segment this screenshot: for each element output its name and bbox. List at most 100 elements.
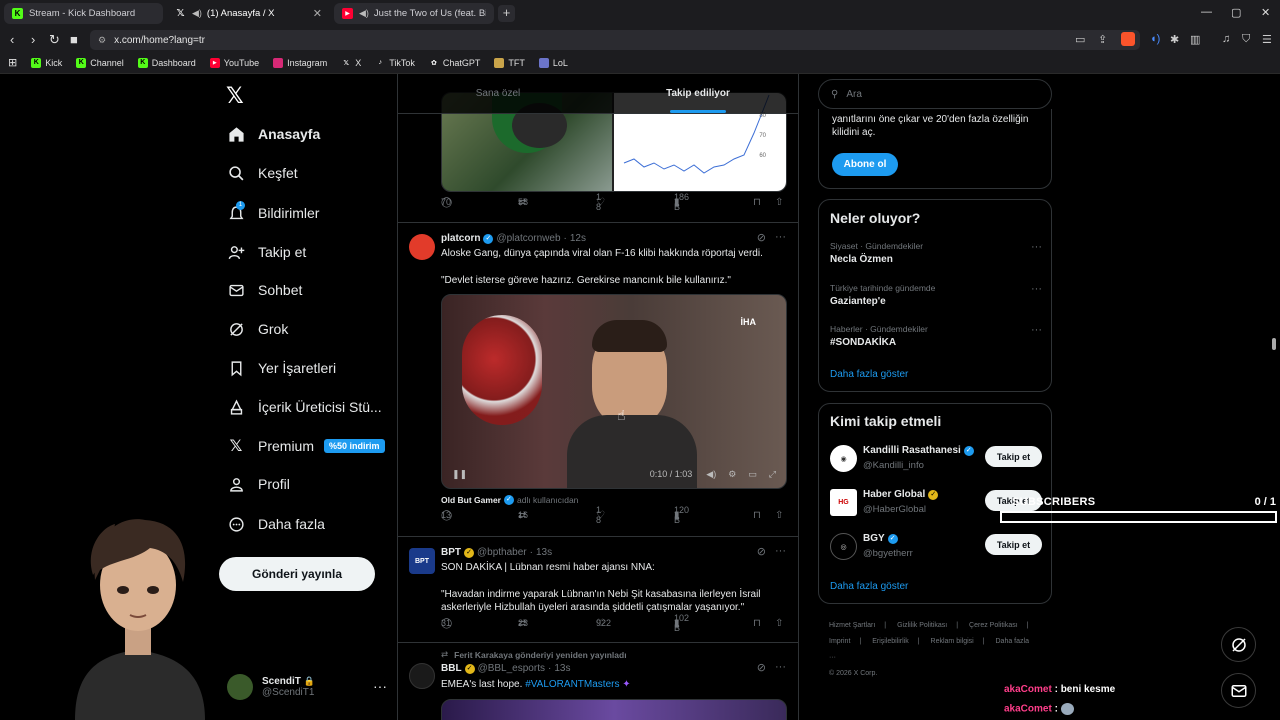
nav-creator-studio[interactable]: İçerik Üreticisi Stü...	[227, 394, 382, 420]
tweet-post[interactable]: BPT BPT ✓ @bpthaber · 13s ⊘ ··· SON DAKİ…	[398, 537, 798, 643]
follow-button[interactable]: Takip et	[985, 534, 1042, 555]
sidebar-icon[interactable]: ▥	[1190, 33, 1200, 46]
cast-icon[interactable]: ▭	[1075, 33, 1085, 46]
grok-icon[interactable]: ⊘	[757, 661, 766, 674]
nav-explore[interactable]: Keşfet	[227, 160, 298, 186]
avatar[interactable]: BPT	[409, 548, 435, 574]
bookmark-chatgpt[interactable]: ✿ ChatGPT	[429, 58, 480, 68]
bookmark-kick[interactable]: K Kick	[31, 57, 62, 68]
audio-icon[interactable]: ◖)	[1150, 33, 1160, 45]
tweet-post[interactable]: ⇄ Ferit Karakaya gönderiyi yeniden yayın…	[398, 643, 798, 720]
extensions-icon[interactable]: ✱	[1170, 33, 1179, 46]
maximize-icon[interactable]: ▢	[1231, 6, 1241, 19]
tab-for-you[interactable]: Sana özel	[398, 74, 598, 113]
bookmark-instagram[interactable]: Instagram	[273, 57, 327, 68]
trend-item[interactable]: Haberler · Gündemdekiler #SONDAKİKA ···	[830, 324, 1042, 348]
kick-icon: K	[31, 57, 42, 68]
tweet-video[interactable]: İHA ☝ ❚❚ 0:10 / 1:03 ◀) ⚙ ▭ ⤢	[441, 294, 787, 489]
grok-float-button[interactable]	[1221, 627, 1256, 662]
nav-messages[interactable]: Sohbet	[227, 277, 302, 303]
back-icon[interactable]: ‹	[10, 32, 14, 47]
avatar[interactable]	[409, 234, 435, 260]
more-dots-icon[interactable]: ···	[775, 545, 786, 557]
bookmark-channel[interactable]: K Channel	[76, 57, 124, 68]
footer-link[interactable]: Gizlilik Politikası	[897, 622, 947, 629]
show-more-link[interactable]: Daha fazla göster	[830, 369, 908, 380]
window-close-icon[interactable]: ✕	[1261, 6, 1270, 19]
vpn-shield-icon[interactable]: ⛉	[1242, 33, 1250, 46]
minimize-icon[interactable]: —	[1201, 6, 1212, 18]
music-icon[interactable]: ♫	[1222, 33, 1230, 45]
footer-link[interactable]: Erişilebilirlik	[872, 638, 909, 645]
footer-link[interactable]: Çerez Politikası	[969, 622, 1018, 629]
pause-icon[interactable]: ❚❚	[452, 469, 467, 480]
video-credit[interactable]: Old But Gamer ✓ adlı kullanıcıdan	[441, 495, 578, 505]
bookmark-lol[interactable]: LoL	[538, 57, 568, 68]
more-dots-icon[interactable]: ···	[1031, 283, 1042, 295]
captions-icon[interactable]: ▭	[748, 469, 757, 480]
share-icon[interactable]: ⇪	[1098, 33, 1107, 46]
brave-shield-icon[interactable]	[1121, 32, 1135, 46]
settings-icon[interactable]: ⚙	[728, 469, 736, 480]
follow-suggestion[interactable]: ◉ Kandilli Rasathanesi ✓ @Kandilli_info T…	[830, 443, 1042, 473]
footer-link[interactable]: Hizmet Şartları	[829, 622, 875, 629]
account-switcher[interactable]: ScendiT 🔒 @ScendiT1 ···	[227, 672, 387, 702]
tweet-media[interactable]	[441, 699, 787, 720]
grok-icon[interactable]: ⊘	[757, 231, 766, 244]
nav-premium[interactable]: 𝕏 Premium %50 indirim	[227, 433, 385, 459]
footer-link[interactable]: Imprint	[829, 638, 850, 645]
tweet-post[interactable]: platcorn ✓ @platcornweb · 12s ⊘ ··· Alos…	[398, 223, 798, 537]
tweet-header: BBL ✓ @BBL_esports · 13s	[441, 663, 571, 674]
forward-icon[interactable]: ›	[31, 32, 35, 47]
bookmark-dashboard[interactable]: K Dashboard	[137, 57, 196, 68]
repost-icon: ⇄	[441, 649, 449, 659]
trend-item[interactable]: Siyaset · Gündemdekiler Necla Özmen ···	[830, 241, 1042, 265]
search-input[interactable]: ⚲ Ara	[818, 79, 1052, 109]
post-button[interactable]: Gönderi yayınla	[219, 557, 375, 591]
trend-item[interactable]: Türkiye tarihinde gündemde Gaziantep'e ·…	[830, 283, 1042, 307]
subscribe-button[interactable]: Abone ol	[832, 153, 898, 176]
nav-profile[interactable]: Profil	[227, 471, 290, 497]
nav-follow[interactable]: Takip et	[227, 239, 306, 265]
nav-grok[interactable]: Grok	[227, 316, 288, 342]
avatar[interactable]	[409, 663, 435, 689]
nav-notifications[interactable]: 1 Bildirimler	[227, 200, 319, 226]
browser-tab-x[interactable]: 𝕏 ◀) (1) Anasayfa / X ✕	[167, 3, 330, 24]
more-dots-icon[interactable]: ···	[775, 661, 786, 673]
volume-icon[interactable]: ◀)	[706, 469, 716, 480]
tab-following[interactable]: Takip ediliyor	[598, 74, 798, 113]
browser-tab-youtube[interactable]: ▶ ◀) Just the Two of Us (feat. Bill With…	[334, 3, 494, 24]
apps-grid-icon[interactable]: ⊞	[8, 56, 17, 69]
video-controls: ❚❚ 0:10 / 1:03 ◀) ⚙ ▭ ⤢	[442, 460, 786, 488]
more-dots-icon[interactable]: ···	[1031, 324, 1042, 336]
more-dots-icon[interactable]: ···	[1031, 241, 1042, 253]
bookmark-tft[interactable]: TFT	[494, 57, 525, 68]
bookmark-page-icon[interactable]: ■	[70, 32, 78, 47]
new-tab-button[interactable]: +	[498, 5, 515, 22]
bookmark-x[interactable]: 𝕏X	[341, 58, 361, 68]
bookmark-youtube[interactable]: ▶ YouTube	[209, 57, 259, 68]
nav-bookmarks[interactable]: Yer İşaretleri	[227, 355, 336, 381]
follow-suggestion[interactable]: ◎ BGY ✓ @bgyetherr Takip et	[830, 531, 1042, 561]
nav-more[interactable]: Daha fazla	[227, 511, 325, 537]
browser-tab-kick[interactable]: K Stream - Kick Dashboard	[4, 3, 163, 24]
messages-float-button[interactable]	[1221, 673, 1256, 708]
fullscreen-icon[interactable]: ⤢	[769, 469, 776, 480]
follow-button[interactable]: Takip et	[985, 446, 1042, 467]
hashtag-link[interactable]: #VALORANTMasters	[525, 679, 619, 690]
show-more-link[interactable]: Daha fazla göster	[830, 581, 908, 592]
menu-icon[interactable]: ☰	[1262, 33, 1272, 46]
more-dots-icon[interactable]: ···	[373, 678, 387, 694]
reload-icon[interactable]: ↻	[49, 32, 60, 48]
footer-link[interactable]: Reklam bilgisi	[931, 638, 974, 645]
more-dots-icon[interactable]: ···	[775, 231, 786, 243]
url-input[interactable]: ⚙ x.com/home?lang=tr	[90, 30, 1140, 50]
bookmark-tiktok[interactable]: ♪ TikTok	[375, 58, 414, 68]
site-info-icon[interactable]: ⚙	[98, 35, 106, 46]
x-logo-icon[interactable]: 𝕏	[226, 83, 244, 109]
grok-icon[interactable]: ⊘	[757, 545, 766, 558]
page-scrollbar[interactable]	[1270, 74, 1278, 720]
nav-home[interactable]: Anasayfa	[227, 121, 320, 147]
close-tab-icon[interactable]: ✕	[313, 7, 322, 20]
verified-badge-icon: ✓	[483, 233, 494, 244]
